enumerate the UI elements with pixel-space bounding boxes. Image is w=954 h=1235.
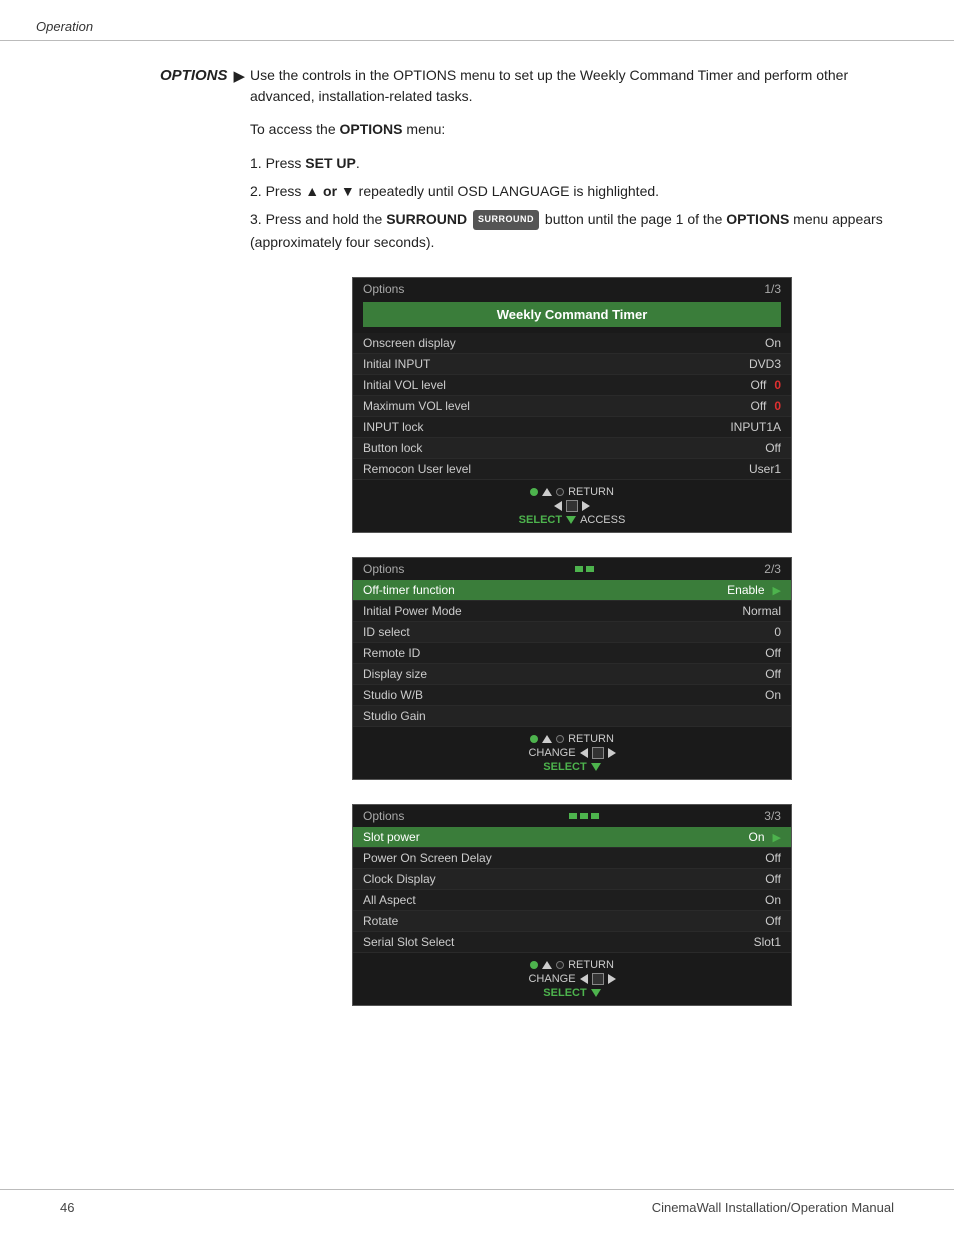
options-label: OPTIONS ▶ [160, 65, 250, 1006]
osd-panel-2-title: Options [363, 562, 404, 576]
access-bold: OPTIONS [340, 121, 403, 137]
nav-dot-black [556, 488, 564, 496]
nav-square [592, 747, 604, 759]
nav-row-1: RETURN [530, 486, 614, 498]
nav-triangle-left [580, 748, 588, 758]
nav-square [566, 500, 578, 512]
page-dots [569, 813, 599, 819]
osd-menus-container: Options 1/3 Weekly Command Timer Onscree… [250, 277, 894, 1006]
osd-panel-3-page: 3/3 [764, 809, 781, 823]
osd-row: Clock Display Off [353, 869, 791, 890]
osd-row: Rotate Off [353, 911, 791, 932]
osd-row: Serial Slot Select Slot1 [353, 932, 791, 953]
access-suffix: menu: [406, 121, 445, 137]
nav-triangle-down [591, 989, 601, 997]
dot-2 [580, 813, 588, 819]
surround-badge: SURROUND [473, 210, 539, 229]
osd-row: Initial Power Mode Normal [353, 601, 791, 622]
osd-row: Studio Gain [353, 706, 791, 727]
dot-1 [569, 813, 577, 819]
osd-row: INPUT lock INPUT1A [353, 417, 791, 438]
osd-row-highlighted: Off-timer function Enable ▶ [353, 580, 791, 601]
nav-row-1: RETURN [530, 733, 614, 745]
content-area: OPTIONS ▶ Use the controls in the OPTION… [0, 41, 954, 1054]
nav-triangle-right [608, 748, 616, 758]
nav-row-2: CHANGE [528, 747, 615, 759]
osd-panel-1-page: 1/3 [764, 282, 781, 296]
nav-row-2 [554, 500, 590, 512]
step-3: 3. Press and hold the SURROUND SURROUND … [250, 208, 894, 256]
nav-dot-black [556, 735, 564, 743]
options-description: Use the controls in the OPTIONS menu to … [250, 65, 894, 107]
nav-triangle-left [554, 501, 562, 511]
step-1: 1. Press SET UP. [250, 152, 894, 176]
osd-panel-1-nav: RETURN SELECT ACCESS [353, 480, 791, 532]
osd-panel-1: Options 1/3 Weekly Command Timer Onscree… [352, 277, 792, 533]
nav-row-2: CHANGE [528, 973, 615, 985]
osd-row: Onscreen display On [353, 333, 791, 354]
manual-title: CinemaWall Installation/Operation Manual [652, 1200, 894, 1215]
osd-panel-2-page: 2/3 [764, 562, 781, 576]
osd-row-highlighted: Slot power On ▶ [353, 827, 791, 848]
nav-row-3: SELECT [543, 761, 600, 773]
osd-panel-1-title: Options [363, 282, 404, 296]
dot-active-2 [586, 566, 594, 572]
osd-panel-2-nav: RETURN CHANGE SELECT [353, 727, 791, 779]
osd-row: Power On Screen Delay Off [353, 848, 791, 869]
options-arrow: ▶ [234, 67, 246, 85]
step-2: 2. Press ▲ or ▼ repeatedly until OSD LAN… [250, 180, 894, 204]
osd-row: ID select 0 [353, 622, 791, 643]
osd-panel-3: Options 3/3 Slot power On ▶ [352, 804, 792, 1006]
nav-dot-green [530, 735, 538, 743]
nav-row-1: RETURN [530, 959, 614, 971]
osd-panel-3-header: Options 3/3 [353, 805, 791, 827]
nav-triangle-down [566, 516, 576, 524]
access-intro: To access the [250, 121, 336, 137]
breadcrumb: Operation [36, 19, 93, 34]
osd-row: Button lock Off [353, 438, 791, 459]
osd-panel-3-nav: RETURN CHANGE SELECT [353, 953, 791, 1005]
page-footer: 46 CinemaWall Installation/Operation Man… [0, 1189, 954, 1215]
options-access: To access the OPTIONS menu: [250, 119, 894, 140]
steps-list: 1. Press SET UP. 2. Press ▲ or ▼ repeate… [250, 152, 894, 255]
osd-row: All Aspect On [353, 890, 791, 911]
osd-panel-1-header: Options 1/3 [353, 278, 791, 300]
nav-dot-green [530, 488, 538, 496]
nav-triangle-right [582, 501, 590, 511]
nav-triangle-right [608, 974, 616, 984]
options-title: OPTIONS [160, 67, 228, 84]
nav-dot-black [556, 961, 564, 969]
page-header: Operation [0, 0, 954, 41]
osd-panel-2-header: Options 2/3 [353, 558, 791, 580]
nav-triangle-up [542, 961, 552, 969]
nav-triangle-left [580, 974, 588, 984]
options-section: OPTIONS ▶ Use the controls in the OPTION… [160, 65, 894, 1006]
osd-panel-2: Options 2/3 Off-timer function Enable ▶ [352, 557, 792, 780]
page-dots [575, 566, 594, 572]
dot-3 [591, 813, 599, 819]
osd-panel-1-title-row: Weekly Command Timer [353, 300, 791, 333]
osd-panel-3-title: Options [363, 809, 404, 823]
options-text-block: Use the controls in the OPTIONS menu to … [250, 65, 894, 1006]
osd-row: Initial INPUT DVD3 [353, 354, 791, 375]
osd-row: Remote ID Off [353, 643, 791, 664]
nav-row-3: SELECT [543, 987, 600, 999]
osd-panel-1-highlight: Weekly Command Timer [363, 302, 781, 327]
page-number: 46 [60, 1200, 74, 1215]
osd-row: Maximum VOL level Off 0 [353, 396, 791, 417]
dot-active [575, 566, 583, 572]
osd-row: Studio W/B On [353, 685, 791, 706]
nav-dot-green [530, 961, 538, 969]
nav-triangle-up [542, 488, 552, 496]
osd-row: Display size Off [353, 664, 791, 685]
nav-row-3: SELECT ACCESS [519, 514, 626, 526]
nav-triangle-up [542, 735, 552, 743]
osd-row: Initial VOL level Off 0 [353, 375, 791, 396]
osd-row: Remocon User level User1 [353, 459, 791, 480]
nav-square [592, 973, 604, 985]
nav-triangle-down [591, 763, 601, 771]
